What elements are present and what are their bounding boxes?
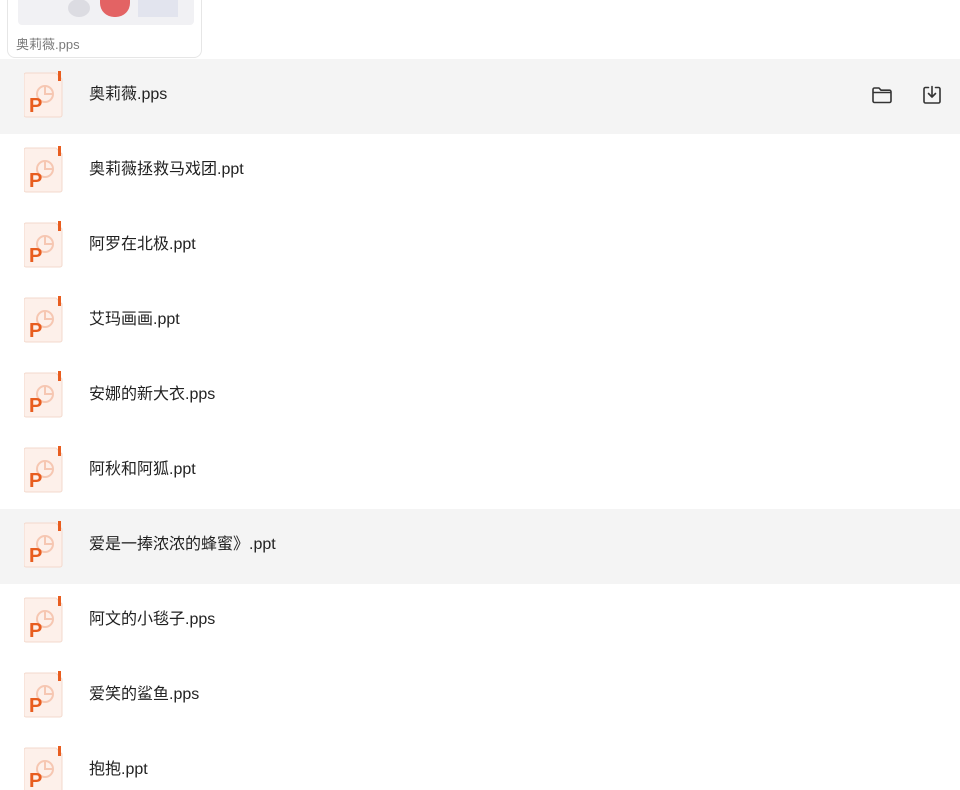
ppt-file-icon: P <box>24 146 64 194</box>
ppt-file-icon: P <box>24 671 64 719</box>
ppt-file-icon: P <box>24 596 64 644</box>
file-row[interactable]: P 奥莉薇拯救马戏团.ppt <box>0 134 960 209</box>
file-name: 阿文的小毯子.pps <box>89 611 216 628</box>
ppt-file-icon: P <box>24 746 64 790</box>
ppt-file-icon: P <box>24 371 64 419</box>
file-name: 安娜的新大衣.pps <box>89 386 216 403</box>
file-name: 爱笑的鲨鱼.pps <box>89 686 200 703</box>
ppt-file-icon: P <box>24 446 64 494</box>
file-browser-page: 奥莉薇.pps P 奥莉薇.pps P 奥莉薇拯救马戏团.ppt P 阿罗在北极… <box>0 0 960 790</box>
file-row[interactable]: P 安娜的新大衣.pps <box>0 359 960 434</box>
svg-text:P: P <box>29 695 42 717</box>
svg-text:P: P <box>29 545 42 567</box>
svg-text:P: P <box>29 770 42 790</box>
file-row[interactable]: P 爱是一捧浓浓的蜂蜜》.ppt <box>0 509 960 584</box>
file-name: 爱是一捧浓浓的蜂蜜》.ppt <box>89 536 276 553</box>
file-row[interactable]: P 爱笑的鲨鱼.pps <box>0 659 960 734</box>
open-folder-icon[interactable] <box>870 83 894 107</box>
file-row[interactable]: P 奥莉薇.pps <box>0 59 960 134</box>
svg-text:P: P <box>29 320 42 342</box>
svg-text:P: P <box>29 470 42 492</box>
ppt-file-icon: P <box>24 71 64 119</box>
file-name: 艾玛画画.ppt <box>89 311 180 328</box>
file-row[interactable]: P 阿秋和阿狐.ppt <box>0 434 960 509</box>
file-row[interactable]: P 抱抱.ppt <box>0 734 960 790</box>
svg-text:P: P <box>29 95 42 117</box>
file-name: 阿罗在北极.ppt <box>89 236 196 253</box>
ppt-file-icon: P <box>24 221 64 269</box>
file-name: 奥莉薇拯救马戏团.ppt <box>89 161 244 178</box>
file-row[interactable]: P 阿文的小毯子.pps <box>0 584 960 659</box>
drag-preview-thumbnail <box>18 0 194 25</box>
svg-text:P: P <box>29 170 42 192</box>
file-name: 奥莉薇.pps <box>89 86 168 103</box>
download-icon[interactable] <box>920 83 944 107</box>
svg-text:P: P <box>29 620 42 642</box>
ppt-file-icon: P <box>24 296 64 344</box>
drag-preview-filename: 奥莉薇.pps <box>16 37 80 52</box>
svg-text:P: P <box>29 395 42 417</box>
ppt-file-icon: P <box>24 521 64 569</box>
file-list: P 奥莉薇.pps P 奥莉薇拯救马戏团.ppt P 阿罗在北极.ppt P 艾… <box>0 59 960 790</box>
file-row[interactable]: P 阿罗在北极.ppt <box>0 209 960 284</box>
drag-preview-card: 奥莉薇.pps <box>7 0 202 58</box>
file-name: 抱抱.ppt <box>89 761 148 778</box>
file-row[interactable]: P 艾玛画画.ppt <box>0 284 960 359</box>
svg-text:P: P <box>29 245 42 267</box>
file-name: 阿秋和阿狐.ppt <box>89 461 196 478</box>
